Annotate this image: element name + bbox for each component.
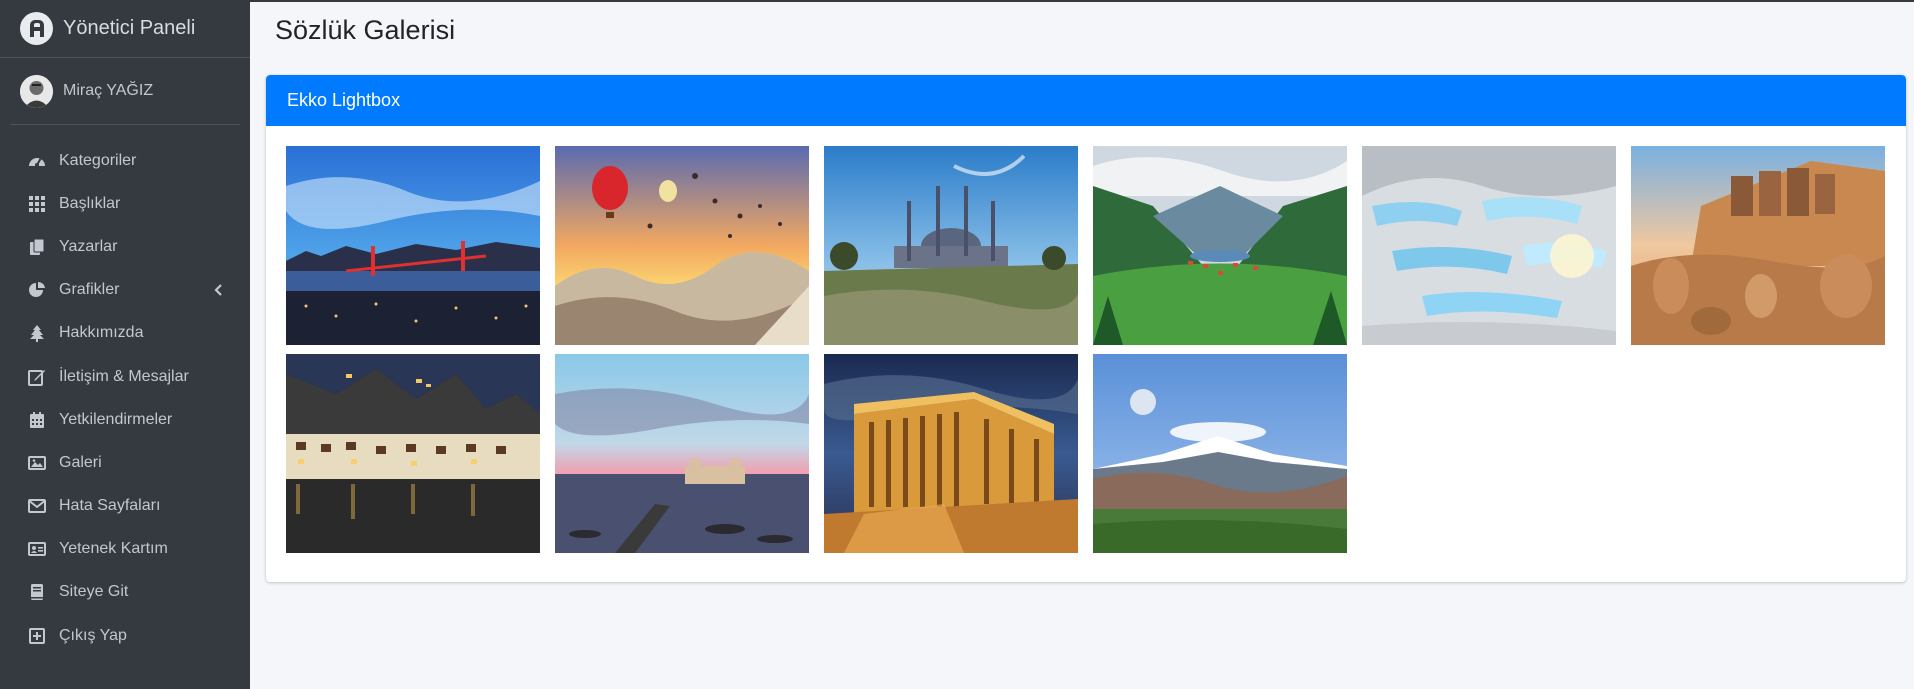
sidebar-item-galeri[interactable]: Galeri — [0, 441, 250, 484]
sidebar-item-label: İletişim & Mesajlar — [59, 367, 189, 385]
sidebar-item-yetenek-kartim[interactable]: Yetenek Kartım — [0, 528, 250, 571]
sidebar-item-iletisim[interactable]: İletişim & Mesajlar — [0, 355, 250, 398]
sidebar-item-label: Başlıklar — [59, 194, 121, 212]
top-border — [0, 0, 1914, 2]
sidebar-item-label: Hata Sayfaları — [59, 497, 161, 515]
gallery-image-kizkalesi[interactable] — [555, 354, 809, 553]
sidebar: Yönetici Paneli Miraç YAĞIZ Kategoriler … — [0, 0, 250, 689]
sidebar-item-label: Yazarlar — [59, 237, 118, 255]
card-header: Ekko Lightbox — [266, 75, 1906, 126]
sidebar-item-label: Çıkış Yap — [59, 626, 127, 644]
sidebar-item-grafikler[interactable]: Grafikler — [0, 269, 250, 312]
sidebar-item-hakkimizda[interactable]: Hakkımızda — [0, 312, 250, 355]
page-title: Sözlük Galerisi — [275, 15, 456, 45]
gallery-image-istanbul[interactable] — [286, 146, 540, 345]
calendar-icon — [27, 410, 47, 430]
gallery-image-amasya[interactable] — [286, 354, 540, 553]
copy-icon — [27, 237, 47, 257]
sidebar-item-cikis-yap[interactable]: Çıkış Yap — [0, 614, 250, 657]
sidebar-item-label: Siteye Git — [59, 583, 129, 601]
gallery-image-nemrut[interactable] — [1631, 146, 1885, 345]
sidebar-item-label: Hakkımızda — [59, 324, 144, 342]
gallery-image-anitkabir[interactable] — [824, 354, 1078, 553]
gallery-image-pamukkale[interactable] — [1362, 146, 1616, 345]
edit-icon — [27, 367, 47, 387]
sidebar-nav: Kategoriler Başlıklar Yazarlar Grafikler — [0, 139, 250, 657]
sidebar-item-basliklar[interactable]: Başlıklar — [0, 182, 250, 225]
avatar — [20, 74, 53, 108]
image-icon — [27, 453, 47, 473]
sidebar-item-kategoriler[interactable]: Kategoriler — [0, 139, 250, 182]
gallery-image-uzungol[interactable] — [1093, 146, 1347, 345]
sidebar-item-yazarlar[interactable]: Yazarlar — [0, 225, 250, 268]
user-panel[interactable]: Miraç YAĞIZ — [10, 58, 240, 125]
tachometer-icon — [27, 151, 47, 171]
sidebar-item-label: Kategoriler — [59, 151, 137, 169]
gallery-image-mosque[interactable] — [824, 146, 1078, 345]
sidebar-item-siteye-git[interactable]: Siteye Git — [0, 571, 250, 614]
brand-logo-icon — [20, 12, 53, 45]
sidebar-item-hata-sayfalari[interactable]: Hata Sayfaları — [0, 485, 250, 528]
sidebar-item-label: Yetkilendirmeler — [59, 410, 173, 428]
envelope-icon — [27, 496, 47, 516]
id-card-icon — [27, 539, 47, 559]
gallery-image-cappadocia[interactable] — [555, 146, 809, 345]
tree-icon — [27, 323, 47, 343]
brand-title: Yönetici Paneli — [63, 17, 196, 39]
pie-chart-icon — [27, 280, 47, 300]
book-icon — [27, 582, 47, 602]
sidebar-item-label: Galeri — [59, 453, 102, 471]
chevron-left-icon[interactable] — [212, 283, 226, 297]
sidebar-item-label: Grafikler — [59, 281, 120, 299]
grid-icon — [27, 194, 47, 214]
card-title: Ekko Lightbox — [287, 90, 401, 110]
gallery-image-ararat[interactable] — [1093, 354, 1347, 553]
brand-link[interactable]: Yönetici Paneli — [0, 0, 250, 58]
user-name: Miraç YAĞIZ — [63, 82, 154, 99]
plus-square-icon — [27, 626, 47, 646]
sidebar-item-yetkilendirmeler[interactable]: Yetkilendirmeler — [0, 398, 250, 441]
sidebar-item-label: Yetenek Kartım — [59, 540, 168, 558]
gallery-card: Ekko Lightbox — [266, 75, 1906, 582]
